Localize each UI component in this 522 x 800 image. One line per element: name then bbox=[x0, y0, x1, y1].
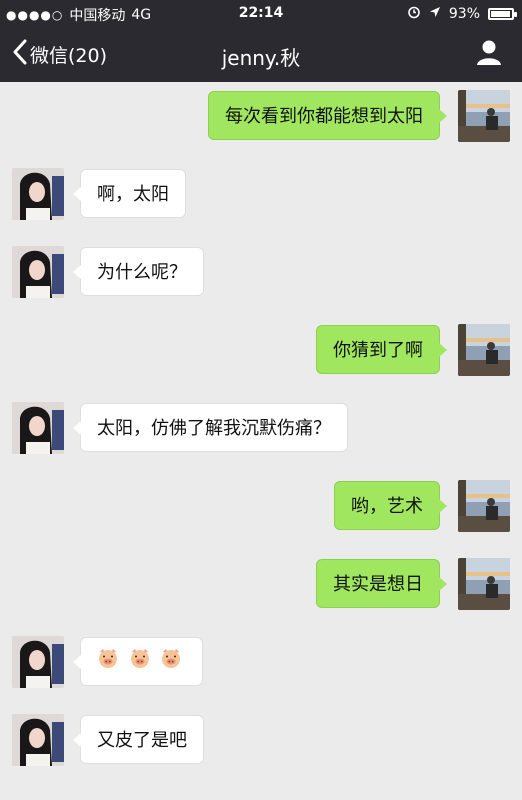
contact-avatar[interactable] bbox=[12, 636, 64, 688]
message-row: 每次看到你都能想到太阳 bbox=[0, 90, 522, 142]
message-row: 又皮了是吧 bbox=[0, 714, 522, 766]
contact-avatar[interactable] bbox=[12, 714, 64, 766]
pig-face-icon bbox=[129, 639, 151, 688]
person-icon bbox=[474, 40, 504, 71]
message-row bbox=[0, 636, 522, 688]
nav-bar: 微信(20) jenny.秋 bbox=[0, 28, 522, 82]
contact-avatar[interactable] bbox=[12, 168, 64, 220]
outgoing-message[interactable]: 哟，艺术 bbox=[334, 481, 447, 530]
chat-screen: ●●●●○ 中国移动 4G 22:14 93% 微信(20) jenny.秋 每… bbox=[0, 0, 522, 800]
message-row: 哟，艺术 bbox=[0, 480, 522, 532]
incoming-message[interactable]: 啊，太阳 bbox=[73, 169, 186, 218]
message-row: 啊，太阳 bbox=[0, 168, 522, 220]
incoming-message[interactable]: 为什么呢？ bbox=[73, 247, 204, 296]
location-arrow-icon bbox=[429, 6, 441, 22]
status-bar: ●●●●○ 中国移动 4G 22:14 93% bbox=[0, 0, 522, 28]
pig-face-icon bbox=[160, 639, 182, 688]
incoming-message[interactable]: 太阳，仿佛了解我沉默伤痛？ bbox=[73, 403, 348, 452]
outgoing-message[interactable]: 你猜到了啊 bbox=[316, 325, 447, 374]
chat-title: jenny.秋 bbox=[221, 46, 301, 70]
battery-percent: 93% bbox=[448, 6, 480, 22]
my-avatar[interactable] bbox=[458, 558, 510, 610]
message-row: 你猜到了啊 bbox=[0, 324, 522, 376]
my-avatar[interactable] bbox=[458, 324, 510, 376]
battery-level bbox=[491, 11, 510, 17]
pig-face-icon bbox=[97, 639, 119, 688]
message-row: 其实是想日 bbox=[0, 558, 522, 610]
contact-avatar[interactable] bbox=[12, 402, 64, 454]
status-right: 93% bbox=[407, 5, 517, 23]
outgoing-message[interactable]: 每次看到你都能想到太阳 bbox=[208, 91, 447, 140]
message-row: 太阳，仿佛了解我沉默伤痛？ bbox=[0, 402, 522, 454]
outgoing-message[interactable]: 其实是想日 bbox=[316, 559, 447, 608]
my-avatar[interactable] bbox=[458, 90, 510, 142]
contact-profile-button[interactable] bbox=[474, 37, 504, 71]
contact-avatar[interactable] bbox=[12, 246, 64, 298]
battery-icon bbox=[488, 8, 517, 20]
incoming-message[interactable]: 又皮了是吧 bbox=[73, 715, 204, 764]
my-avatar[interactable] bbox=[458, 480, 510, 532]
message-row: 为什么呢？ bbox=[0, 246, 522, 298]
incoming-emoji-message[interactable] bbox=[72, 637, 204, 688]
alarm-icon bbox=[407, 5, 421, 23]
